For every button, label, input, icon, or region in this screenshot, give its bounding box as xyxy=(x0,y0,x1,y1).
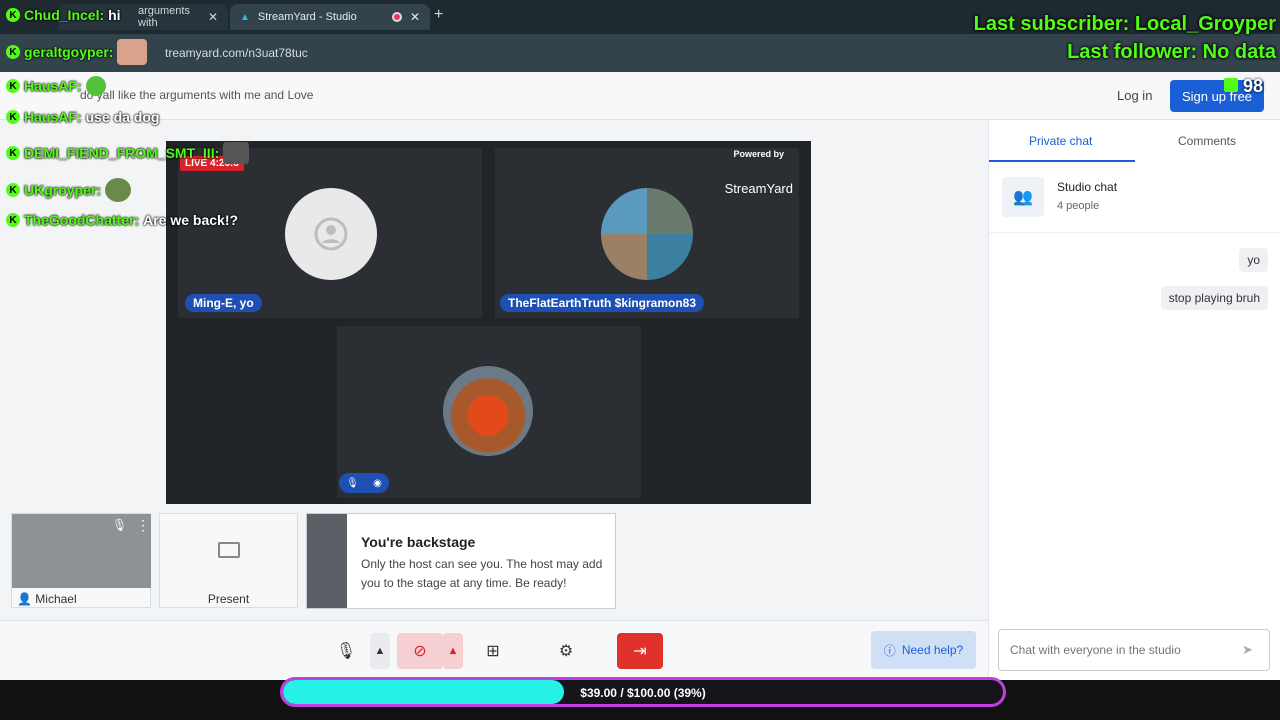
participant-avatar xyxy=(601,188,693,280)
self-name: Michael xyxy=(35,592,77,606)
door-icon xyxy=(307,514,347,608)
help-icon: ⓘ xyxy=(883,643,896,658)
last-subscriber-overlay: Last subscriber: Local_Groyper xyxy=(973,13,1276,35)
tab-title: StreamYard - Studio xyxy=(257,11,357,23)
chat-message: yo xyxy=(1239,248,1268,272)
login-link[interactable]: Log in xyxy=(1117,88,1152,103)
studio-chat-title: Studio chat xyxy=(1057,180,1118,194)
present-screen-icon xyxy=(218,542,240,558)
default-avatar-icon xyxy=(285,188,377,280)
participant-tile: Ming-E, yo xyxy=(178,148,482,318)
overlay-chat-line: K HausAF: xyxy=(6,76,106,96)
emote-icon xyxy=(85,76,106,96)
app-header: do yall like the arguments with me and L… xyxy=(0,72,1280,120)
kick-badge-icon: K xyxy=(6,146,20,160)
participant-avatar xyxy=(443,366,533,456)
present-card[interactable]: Present xyxy=(159,513,298,608)
last-follower-overlay: Last follower: No data xyxy=(1067,41,1276,63)
mic-muted-icon[interactable]: 🎙 xyxy=(346,478,359,489)
browser-tab-active[interactable]: ▲ StreamYard - Studio ✕ xyxy=(230,4,430,30)
room-title: do yall like the arguments with me and L… xyxy=(80,88,314,102)
kick-icon xyxy=(1224,78,1238,92)
active-tab-indicator xyxy=(989,160,1135,162)
stage-canvas: Ming-E, yo TheFlatEarthTruth $kingramon8… xyxy=(166,141,811,504)
share-screen-button[interactable]: ⊞ xyxy=(476,633,510,669)
recording-icon xyxy=(391,12,402,22)
settings-button[interactable]: ⚙ xyxy=(548,633,584,669)
goal-text: $39.00 / $100.00 (39%) xyxy=(580,686,706,700)
backstage-title: You're backstage xyxy=(361,534,476,550)
studio-chat-people: 4 people xyxy=(1057,200,1100,212)
participant-name: TheFlatEarthTruth $kingramon83 xyxy=(500,294,705,312)
participant-name: Ming-E, yo xyxy=(185,294,262,312)
more-options-icon[interactable]: ⋮ xyxy=(136,517,150,534)
new-tab-icon[interactable]: + xyxy=(434,6,443,24)
chat-sidebar: Private chat Comments 👥 Studio chat 4 pe… xyxy=(988,120,1280,680)
mic-icon[interactable]: 🎙 xyxy=(112,518,127,532)
person-icon: 👤 xyxy=(17,592,32,606)
camera-off-button[interactable]: ⊘ xyxy=(397,633,443,669)
url-text[interactable]: treamyard.com/n3uat78tuc xyxy=(165,46,308,60)
overlay-chat-line: K geraltgoyper: xyxy=(6,39,148,65)
emote-icon xyxy=(105,178,132,202)
microphone-button[interactable]: 🎙 xyxy=(330,633,362,669)
kick-badge-icon: K xyxy=(6,183,20,197)
kick-badge-icon: K xyxy=(6,45,20,59)
tab-private-chat[interactable]: Private chat xyxy=(1029,134,1092,148)
kick-badge-icon: K xyxy=(6,110,20,124)
self-camera-preview xyxy=(12,514,151,588)
leave-studio-button[interactable]: ⇥ xyxy=(617,633,663,669)
need-help-button[interactable]: ⓘ Need help? xyxy=(871,631,976,669)
chat-input[interactable] xyxy=(998,629,1270,671)
studio-toolbar: 🎙 ▲ ⊘ ▲ ⊞ ⚙ ⇥ xyxy=(0,620,988,680)
kick-badge-icon: K xyxy=(6,213,20,227)
overlay-chat-line: K HausAF: use da dog xyxy=(6,109,159,125)
send-icon[interactable]: ➤ xyxy=(1242,642,1253,658)
visibility-icon[interactable]: ◉ xyxy=(373,478,382,489)
backstage-text: Only the host can see you. The host may … xyxy=(361,557,603,590)
tab-comments[interactable]: Comments xyxy=(1178,134,1236,148)
donation-goal-bar: $39.00 / $100.00 (39%) xyxy=(280,677,1006,707)
self-camera-card[interactable]: 🎙 ⋮ 👤 Michael xyxy=(11,513,151,608)
close-tab-icon[interactable]: ✕ xyxy=(208,10,218,24)
present-label: Present xyxy=(207,592,250,606)
group-icon: 👥 xyxy=(1002,177,1044,217)
overlay-chat-line: K DEMI_FIEND_FROM_SMT_III: xyxy=(6,142,250,164)
camera-options-chevron-icon[interactable]: ▲ xyxy=(443,633,463,669)
overlay-chat-line: K TheGoodChatter: Are we back!? xyxy=(6,212,238,228)
streamyard-favicon-icon: ▲ xyxy=(240,11,250,23)
kick-badge-icon: K xyxy=(6,8,20,22)
close-tab-icon[interactable]: ✕ xyxy=(410,10,420,24)
divider xyxy=(989,232,1280,233)
overlay-chat-line: K Chud_Incel: hi xyxy=(6,7,121,23)
streamyard-watermark: Powered by StreamYard xyxy=(724,149,793,196)
overlay-chat-line: K UKgroyper: xyxy=(6,178,132,202)
chat-message: stop playing bruh xyxy=(1160,286,1268,310)
participant-controls[interactable]: 🎙 ◉ xyxy=(339,473,389,493)
tab-title: arguments with xyxy=(138,5,190,29)
participant-tile xyxy=(337,326,641,498)
emote-icon xyxy=(117,39,148,65)
emote-icon xyxy=(223,142,250,164)
backstage-notice: You're backstage Only the host can see y… xyxy=(306,513,616,609)
mic-options-chevron-icon[interactable]: ▲ xyxy=(370,633,390,669)
kick-badge-icon: K xyxy=(6,79,20,93)
viewer-count: 98 xyxy=(1224,76,1263,97)
